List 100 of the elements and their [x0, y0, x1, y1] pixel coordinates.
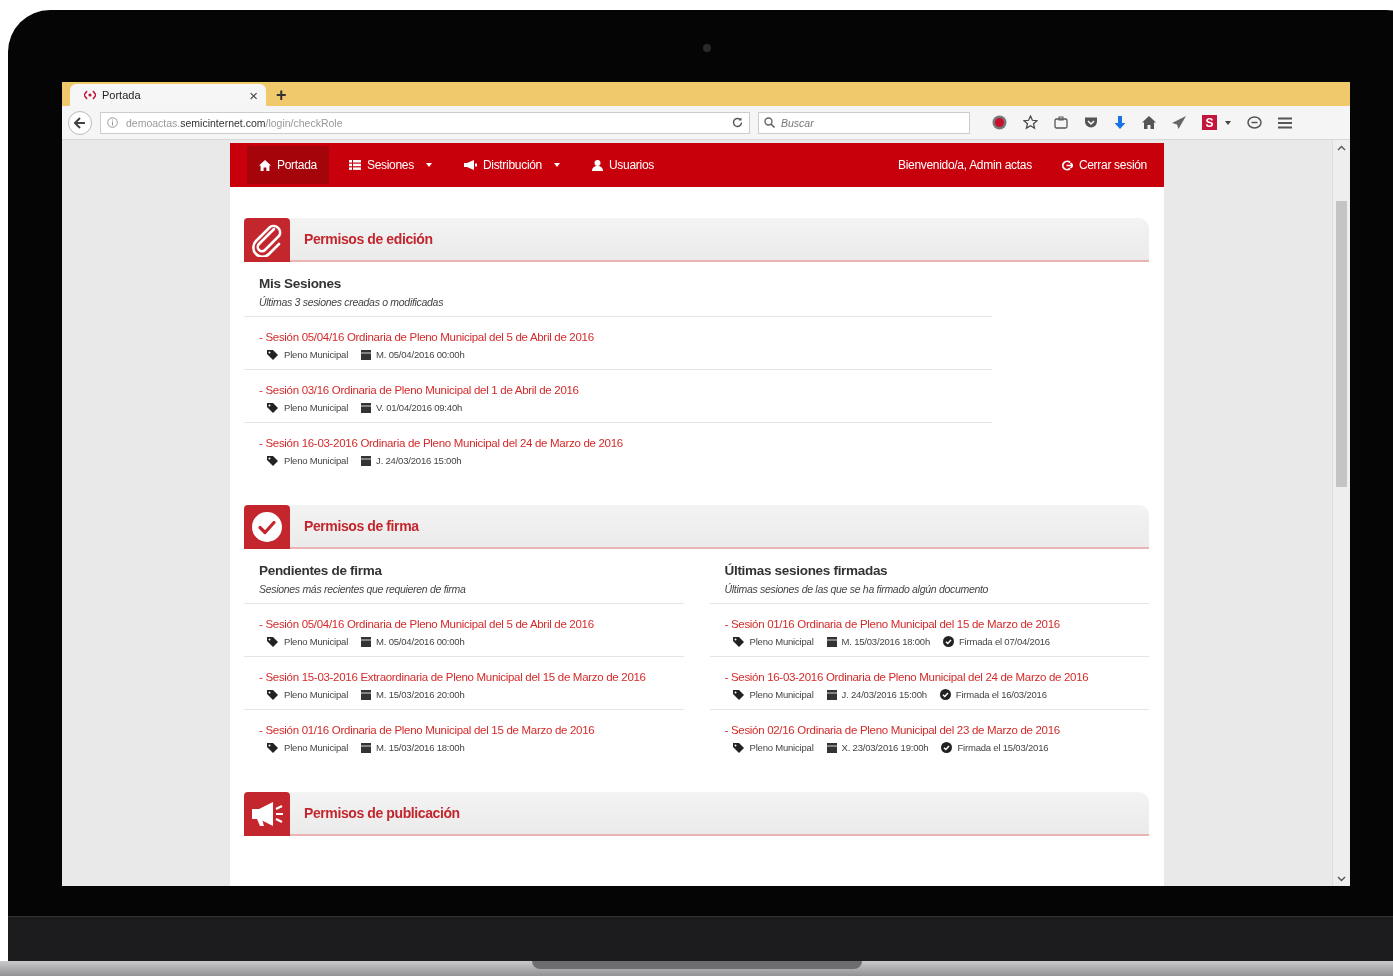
list-heading: Últimas sesiones firmadas — [724, 563, 889, 578]
nav-link[interactable]: Sesiones — [336, 146, 444, 184]
scrollbar[interactable] — [1332, 140, 1350, 886]
section-title: Permisos de publicación — [304, 805, 460, 821]
session-link[interactable]: - Sesión 16-03-2016 Ordinaria de Pleno Municipal del 24 de Marzo de 2016 — [724, 671, 1089, 683]
calendar-icon — [361, 742, 372, 753]
section-title: Permisos de firma — [304, 518, 419, 534]
session-date: M. 15/03/2016 18:00h — [376, 742, 465, 753]
scroll-down-icon[interactable] — [1337, 876, 1346, 882]
tag-icon — [267, 455, 279, 466]
calendar-icon — [361, 402, 372, 413]
body-label: Pleno Municipal — [284, 636, 349, 647]
back-arrow-icon — [74, 116, 86, 129]
close-button[interactable]: × — [249, 87, 258, 103]
tag-icon — [732, 636, 745, 647]
menu-icon[interactable] — [1278, 116, 1292, 129]
nav-link[interactable]: Portada — [247, 146, 329, 184]
search-icon — [764, 116, 775, 128]
extension-badge[interactable]: S — [1202, 115, 1217, 130]
pocket-icon[interactable] — [1084, 116, 1098, 129]
section-title: Permisos de edición — [304, 231, 433, 247]
list-subtitle: Últimas sesiones de las que se ha firmado algún documento — [724, 583, 990, 595]
session-date: M. 15/03/2016 18:00h — [841, 636, 930, 647]
site-icon — [84, 90, 96, 100]
body-label: Pleno Municipal — [284, 455, 349, 466]
body-label: Pleno Municipal — [284, 689, 349, 700]
check-circle-icon — [939, 689, 951, 700]
calendar-icon — [361, 455, 372, 466]
session-date: J. 24/03/2016 15:00h — [376, 455, 462, 466]
session-link[interactable]: - Sesión 01/16 Ordinaria de Pleno Municipal del 15 de Marzo de 2016 — [724, 618, 1060, 630]
session-link[interactable]: - Sesión 03/16 Ordinaria de Pleno Municipal del 1 de Abril de 2016 — [259, 384, 579, 396]
megaphone-icon — [250, 801, 284, 827]
list-subtitle: Últimas 3 sesiones creadas o modificadas — [259, 296, 445, 308]
tag-icon — [267, 636, 279, 647]
list-heading: Pendientes de firma — [259, 563, 383, 578]
calendar-icon — [361, 349, 372, 360]
calendar-icon — [826, 636, 837, 647]
list-icon — [348, 160, 361, 170]
tag-icon — [267, 349, 279, 360]
caret-icon — [1225, 120, 1231, 125]
session-date: J. 24/03/2016 15:00h — [841, 689, 927, 700]
tag-icon — [267, 402, 279, 413]
body-label: Pleno Municipal — [749, 742, 814, 753]
megaphone-icon — [463, 160, 477, 170]
session-date: M. 15/03/2016 20:00h — [376, 689, 465, 700]
tag-icon — [267, 742, 279, 753]
address-field[interactable]: demoactas.semicinternet.com/login/checkRole — [100, 111, 750, 134]
home-icon — [259, 159, 271, 171]
session-link[interactable]: - Sesión 05/04/16 Ordinaria de Pleno Municipal del 5 de Abril de 2016 — [259, 331, 594, 343]
session-link[interactable]: - Sesión 15-03-2016 Extraordinaria de Pleno Municipal del 15 de Marzo de 2016 — [259, 671, 646, 683]
reload-icon[interactable] — [732, 117, 743, 128]
star-icon[interactable] — [1023, 115, 1038, 130]
calendar-icon — [361, 636, 372, 647]
session-date: X. 23/03/2016 19:00h — [841, 742, 929, 753]
signed-date: Firmada el 07/04/2016 — [959, 636, 1050, 647]
new-tab-button[interactable]: + — [276, 86, 287, 104]
home-icon[interactable] — [1142, 116, 1156, 129]
record-icon[interactable] — [992, 115, 1007, 130]
session-link[interactable]: - Sesión 01/16 Ordinaria de Pleno Municipal del 15 de Marzo de 2016 — [259, 724, 595, 736]
tag-icon — [732, 689, 745, 700]
body-label: Pleno Municipal — [284, 742, 349, 753]
nav-link[interactable]: Usuarios — [580, 146, 666, 184]
signed-date: Firmada el 16/03/2016 — [955, 689, 1047, 700]
download-icon[interactable] — [1114, 115, 1126, 130]
check-circle-icon — [943, 636, 954, 647]
check-circle-icon — [941, 742, 953, 753]
welcome-text: Bienvenido/a, Admin actas — [897, 158, 1032, 172]
scrollbar-thumb[interactable] — [1336, 201, 1347, 487]
back-button[interactable] — [68, 110, 92, 135]
session-date: V. 01/04/2016 09:40h — [376, 402, 463, 413]
info-icon — [107, 117, 118, 128]
session-link[interactable]: - Sesión 02/16 Ordinaria de Pleno Municipal del 23 de Marzo de 2016 — [724, 724, 1060, 736]
paperclip-icon — [250, 223, 284, 257]
body-label: Pleno Municipal — [284, 402, 349, 413]
paper-plane-icon[interactable] — [1172, 116, 1186, 129]
calendar-icon — [361, 689, 372, 700]
session-date: M. 05/04/2016 00:00h — [376, 636, 465, 647]
tag-icon — [732, 742, 745, 753]
tag-icon — [267, 689, 279, 700]
list-subtitle: Sesiones más recientes que requieren de firma — [259, 583, 467, 595]
logout-icon — [1061, 159, 1073, 171]
logout-link[interactable]: Cerrar sesión — [1061, 158, 1147, 172]
calendar-icon — [826, 742, 837, 753]
body-label: Pleno Municipal — [749, 636, 814, 647]
nav-link[interactable]: Distribución — [451, 146, 572, 184]
body-label: Pleno Municipal — [749, 689, 814, 700]
camera-dot — [703, 44, 711, 52]
session-link[interactable]: - Sesión 05/04/16 Ordinaria de Pleno Municipal del 5 de Abril de 2016 — [259, 618, 594, 630]
calendar-icon — [826, 689, 837, 700]
search-field[interactable]: Buscar — [758, 111, 970, 134]
clipboard-icon[interactable] — [1054, 116, 1068, 129]
browser-tab[interactable]: Portada × — [70, 84, 266, 106]
signed-date: Firmada el 15/03/2016 — [957, 742, 1049, 753]
check-circle-icon — [251, 511, 283, 543]
list-heading: Mis Sesiones — [259, 276, 342, 291]
session-link[interactable]: - Sesión 16-03-2016 Ordinaria de Pleno Municipal del 24 de Marzo de 2016 — [259, 437, 623, 449]
tab-title: Portada — [102, 89, 142, 101]
address-text: demoactas.semicinternet.com/login/checkRole — [126, 116, 344, 129]
user-icon — [592, 159, 603, 171]
scroll-up-icon[interactable] — [1337, 145, 1346, 151]
